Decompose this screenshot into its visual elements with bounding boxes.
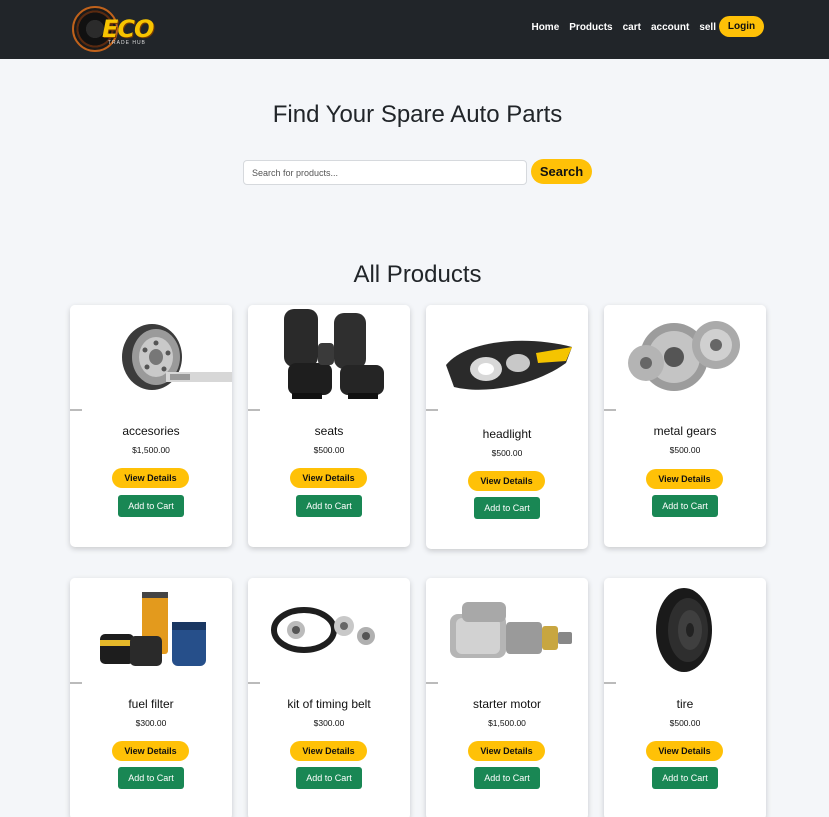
timing-belt-kit-icon: [271, 607, 375, 653]
nav-home-link[interactable]: Home: [531, 22, 559, 33]
product-image: [70, 305, 232, 411]
product-image: [426, 305, 588, 411]
tire-icon: [656, 588, 712, 672]
product-card: starter motor $1,500.00 View Details Add…: [426, 578, 588, 817]
image-divider: [426, 682, 438, 684]
product-name: metal gears: [653, 424, 717, 438]
nav-sell-link[interactable]: sell: [699, 22, 716, 33]
product-card: headlight $500.00 View Details Add to Ca…: [426, 305, 588, 549]
view-details-button[interactable]: View Details: [290, 468, 367, 488]
product-price: $500.00: [669, 445, 701, 455]
brand-name: ECO: [102, 15, 154, 43]
nav-products-link[interactable]: Products: [569, 22, 612, 33]
product-price: $500.00: [669, 718, 701, 728]
product-image: [604, 578, 766, 684]
product-card: metal gears $500.00 View Details Add to …: [604, 305, 766, 547]
image-divider: [70, 682, 82, 684]
product-name: tire: [676, 697, 694, 711]
brand-tagline: TRADE HUB: [108, 40, 146, 46]
add-to-cart-button[interactable]: Add to Cart: [296, 495, 362, 517]
section-title: All Products: [353, 261, 482, 288]
view-details-button[interactable]: View Details: [468, 471, 545, 491]
product-card: accesories $1,500.00 View Details Add to…: [70, 305, 232, 547]
add-to-cart-button[interactable]: Add to Cart: [118, 495, 184, 517]
nav-account-link[interactable]: account: [651, 22, 689, 33]
product-name: seats: [314, 424, 344, 438]
view-details-button[interactable]: View Details: [646, 469, 723, 489]
product-name: starter motor: [472, 697, 541, 711]
product-price: $1,500.00: [488, 718, 526, 728]
product-price: $500.00: [313, 445, 345, 455]
product-name: accesories: [122, 424, 180, 438]
add-to-cart-button[interactable]: Add to Cart: [474, 497, 540, 519]
add-to-cart-button[interactable]: Add to Cart: [474, 767, 540, 789]
fuel-filter-icon: [100, 592, 206, 666]
product-image: [70, 578, 232, 684]
metal-gears-icon: [628, 321, 740, 391]
nav-links: Home Products cart account sell: [521, 22, 716, 33]
view-details-button[interactable]: View Details: [112, 741, 189, 761]
product-price: $300.00: [135, 718, 167, 728]
login-button[interactable]: Login: [719, 16, 764, 37]
product-price: $1,500.00: [132, 445, 170, 455]
view-details-button[interactable]: View Details: [290, 741, 367, 761]
product-image: [248, 578, 410, 684]
image-divider: [604, 409, 616, 411]
brand-logo[interactable]: ECO TRADE HUB: [72, 6, 168, 52]
image-divider: [248, 682, 260, 684]
image-divider: [426, 409, 438, 411]
product-card: tire $500.00 View Details Add to Cart: [604, 578, 766, 817]
product-image: [426, 578, 588, 684]
nav-cart-link[interactable]: cart: [623, 22, 641, 33]
product-name: kit of timing belt: [287, 697, 371, 711]
add-to-cart-button[interactable]: Add to Cart: [652, 495, 718, 517]
steel-wheel-rim-icon: [122, 324, 232, 390]
product-card: kit of timing belt $300.00 View Details …: [248, 578, 410, 817]
headlight-icon: [446, 340, 572, 390]
view-details-button[interactable]: View Details: [468, 741, 545, 761]
hero-title: Find Your Spare Auto Parts: [272, 101, 563, 128]
product-card: fuel filter $300.00 View Details Add to …: [70, 578, 232, 817]
view-details-button[interactable]: View Details: [646, 741, 723, 761]
product-image: [604, 305, 766, 411]
product-card: seats $500.00 View Details Add to Cart: [248, 305, 410, 547]
add-to-cart-button[interactable]: Add to Cart: [118, 767, 184, 789]
search-input[interactable]: [243, 160, 527, 185]
image-divider: [70, 409, 82, 411]
product-name: headlight: [482, 427, 532, 441]
view-details-button[interactable]: View Details: [112, 468, 189, 488]
add-to-cart-button[interactable]: Add to Cart: [296, 767, 362, 789]
add-to-cart-button[interactable]: Add to Cart: [652, 767, 718, 789]
product-image: [248, 305, 410, 411]
product-name: fuel filter: [128, 697, 174, 711]
product-price: $500.00: [491, 448, 523, 458]
image-divider: [248, 409, 260, 411]
car-seats-icon: [284, 309, 384, 399]
starter-motor-icon: [450, 602, 572, 658]
product-price: $300.00: [313, 718, 345, 728]
image-divider: [604, 682, 616, 684]
navbar: ECO TRADE HUB Home Products cart account…: [0, 0, 829, 59]
search-button[interactable]: Search: [531, 159, 592, 184]
